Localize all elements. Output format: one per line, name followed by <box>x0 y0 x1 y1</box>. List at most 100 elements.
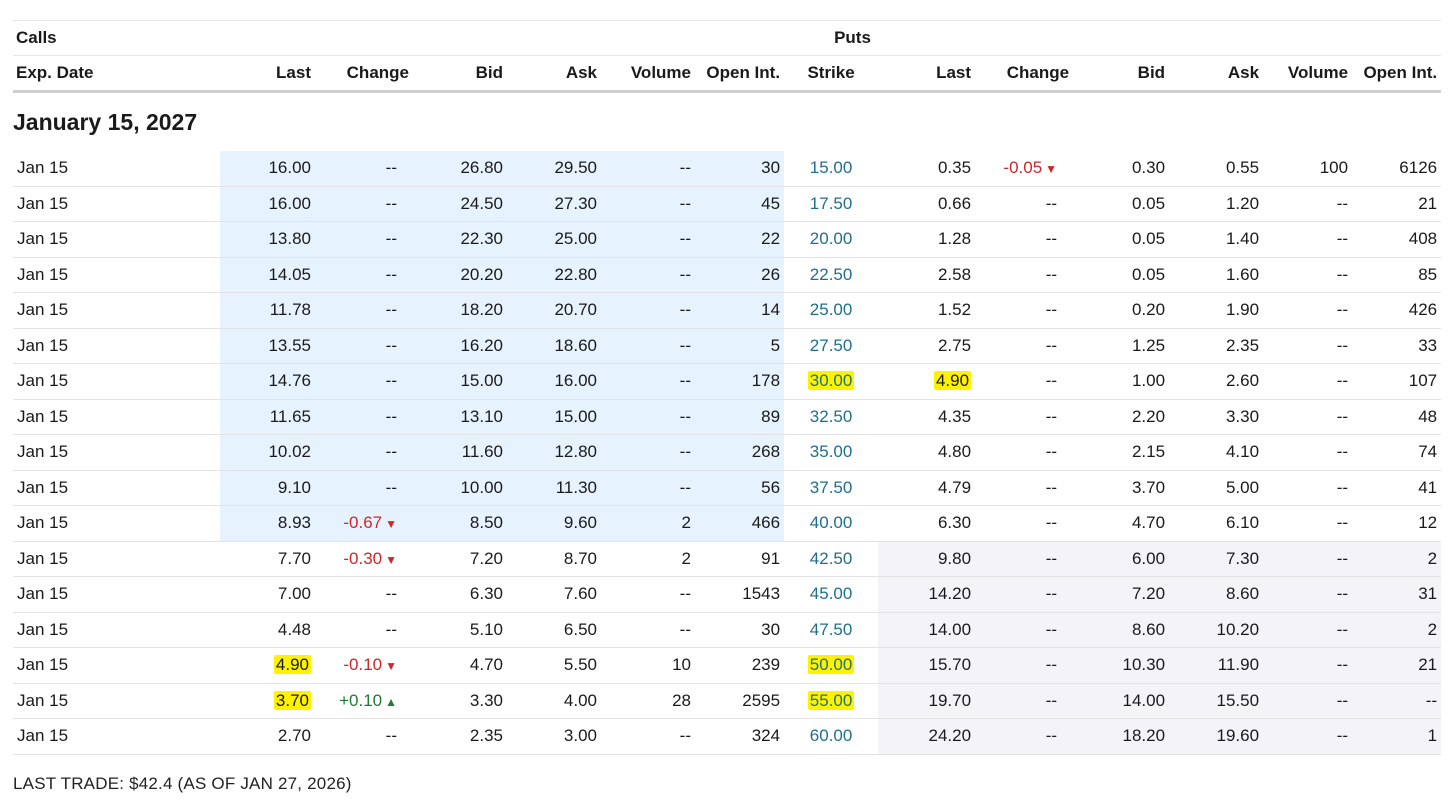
col-put-open-int[interactable]: Open Int. <box>1352 55 1442 93</box>
strike-cell[interactable]: 55.00 <box>784 683 879 719</box>
call-open-int-cell-value: 30 <box>761 158 781 178</box>
call-change-cell: -- <box>315 399 413 435</box>
col-put-change[interactable]: Change <box>975 55 1074 93</box>
call-volume-cell-value: -- <box>679 726 691 746</box>
table-row[interactable]: Jan 15 4.90 -0.10 ▼ 4.70 5.50 10 239 50.00 15.70-… <box>13 647 1442 684</box>
strike-cell[interactable]: 37.50 <box>784 470 879 506</box>
put-last-cell-value: 4.79 <box>937 477 972 497</box>
put-last-cell-value: 19.70 <box>928 690 972 710</box>
call-bid-cell: 18.20 <box>413 292 507 329</box>
call-last-cell-value: 3.70 <box>273 690 311 710</box>
table-row[interactable]: Jan 15 8.93 -0.67 ▼ 8.50 9.60 2 466 40.00 6.30 -- 4… <box>13 505 1442 542</box>
put-change-cell: -- <box>975 576 1074 613</box>
table-row[interactable]: Jan 15 11.65 -- 13.10 15.00 -- 89 32.50 4.35 -- 2.… <box>13 399 1442 435</box>
call-last-cell: 7.70 <box>220 541 315 577</box>
call-bid-cell: 5.10 <box>413 612 507 648</box>
table-row[interactable]: Jan 15 16.00 -- 24.50 27.30 -- 45 17.50 0.66 -- 0.… <box>13 186 1442 222</box>
put-bid-cell-value: 0.20 <box>1131 300 1166 320</box>
call-last-cell-value: 4.90 <box>273 655 311 675</box>
strike-cell[interactable]: 25.00 <box>784 292 879 329</box>
strike-cell[interactable]: 42.50 <box>784 541 879 577</box>
exp-date-cell-value: Jan 15 <box>17 229 69 249</box>
put-open-int-cell: 1 <box>1352 718 1442 755</box>
strike-cell[interactable]: 45.00 <box>784 576 879 613</box>
put-change-cell-value: -- <box>1045 371 1058 391</box>
call-volume-cell: -- <box>601 470 695 506</box>
strike-cell[interactable]: 60.00 <box>784 718 879 755</box>
table-row[interactable]: Jan 15 2.70 -- 2.35 3.00 -- 324 60.00 24.20 -- 18.… <box>13 718 1442 755</box>
table-row[interactable]: Jan 15 11.78 -- 18.20 20.70 -- 14 25.00 1.52 -- 0.… <box>13 292 1442 329</box>
strike-cell[interactable]: 35.00 <box>784 434 879 471</box>
table-row[interactable]: Jan 15 13.80 -- 22.30 25.00 -- 22 20.00 1.28 -- 0.… <box>13 221 1442 258</box>
call-volume-cell-value: -- <box>679 158 691 178</box>
strike-cell[interactable]: 22.50 <box>784 257 879 293</box>
strike-cell[interactable]: 15.00 <box>784 151 879 187</box>
table-row[interactable]: Jan 15 3.70 +0.10 ▲ 3.30 4.00 28 2595 55.00 19.70… <box>13 683 1442 719</box>
call-bid-cell-value: 22.30 <box>460 229 503 249</box>
put-open-int-cell: 74 <box>1352 434 1442 471</box>
col-strike[interactable]: Strike <box>784 55 879 93</box>
triangle-down-icon: ▼ <box>385 517 397 532</box>
strike-cell[interactable]: 27.50 <box>784 328 879 364</box>
table-row[interactable]: Jan 15 13.55 -- 16.20 18.60 -- 5 27.50 2.75 -- 1.2… <box>13 328 1442 364</box>
table-row[interactable]: Jan 15 16.00 -- 26.80 29.50 -- 30 15.00 0.35 -0.0… <box>13 151 1442 187</box>
strike-cell[interactable]: 17.50 <box>784 186 879 222</box>
put-bid-cell: 4.70 <box>1073 505 1170 542</box>
col-put-volume[interactable]: Volume <box>1263 55 1353 93</box>
strike-cell[interactable]: 30.00 <box>784 363 879 400</box>
put-ask-cell: 0.55 <box>1169 151 1264 187</box>
table-row[interactable]: Jan 15 7.70 -0.30 ▼ 7.20 8.70 2 91 42.50 9.80 -- 6.… <box>13 541 1442 577</box>
call-change-cell: -- <box>315 576 413 613</box>
put-change-cell: -- <box>975 363 1074 400</box>
exp-date-cell: Jan 15 <box>13 647 220 684</box>
table-row[interactable]: Jan 15 9.10 -- 10.00 11.30 -- 56 37.50 4.79 -- 3.7… <box>13 470 1442 506</box>
col-call-bid[interactable]: Bid <box>413 55 507 93</box>
col-put-bid[interactable]: Bid <box>1073 55 1170 93</box>
call-bid-cell: 6.30 <box>413 576 507 613</box>
strike-cell[interactable]: 50.00 <box>784 647 879 684</box>
table-row[interactable]: Jan 15 10.02 -- 11.60 12.80 -- 268 35.00 4.80 -- 2… <box>13 434 1442 471</box>
call-ask-cell-value: 4.00 <box>563 690 597 710</box>
call-open-int-cell: 26 <box>695 257 785 293</box>
col-call-ask[interactable]: Ask <box>507 55 601 93</box>
col-call-volume[interactable]: Volume <box>601 55 695 93</box>
put-bid-cell-value: 2.15 <box>1131 442 1166 462</box>
strike-cell[interactable]: 47.50 <box>784 612 879 648</box>
strike-cell[interactable]: 20.00 <box>784 221 879 258</box>
col-exp-date[interactable]: Exp. Date <box>13 55 220 93</box>
call-volume-cell-value: -- <box>679 584 691 604</box>
put-volume-cell-value: -- <box>1336 406 1349 426</box>
call-last-cell-value: 7.70 <box>277 548 311 568</box>
table-row[interactable]: Jan 15 14.05 -- 20.20 22.80 -- 26 22.50 2.58 -- 0.… <box>13 257 1442 293</box>
call-bid-cell-value: 8.50 <box>469 513 503 533</box>
col-call-last[interactable]: Last <box>220 55 315 93</box>
put-bid-cell: 6.00 <box>1073 541 1170 577</box>
put-change-cell: -- <box>975 399 1074 435</box>
call-open-int-cell: 30 <box>695 151 785 187</box>
table-row[interactable]: Jan 15 7.00 -- 6.30 7.60 -- 1543 45.00 14.20 -- 7.… <box>13 576 1442 613</box>
put-open-int-cell-value: 408 <box>1408 229 1438 249</box>
col-put-ask[interactable]: Ask <box>1169 55 1264 93</box>
put-change-cell-value: -- <box>1045 690 1058 710</box>
call-volume-cell: -- <box>601 718 695 755</box>
table-row[interactable]: Jan 15 4.48 -- 5.10 6.50 -- 30 47.50 14.00 -- 8.60… <box>13 612 1442 648</box>
put-ask-cell-value: 0.55 <box>1225 158 1260 178</box>
strike-cell[interactable]: 40.00 <box>784 505 879 542</box>
col-call-open-int[interactable]: Open Int. <box>695 55 785 93</box>
col-call-change[interactable]: Change <box>315 55 413 93</box>
put-ask-cell: 10.20 <box>1169 612 1264 648</box>
call-last-cell: 4.48 <box>220 612 315 648</box>
put-volume-cell: -- <box>1263 363 1353 400</box>
put-bid-cell-value: 0.05 <box>1131 264 1166 284</box>
call-last-cell: 16.00 <box>220 151 315 187</box>
put-change-cell-value: -- <box>1045 726 1058 746</box>
strike-cell-value: 35.00 <box>809 442 853 462</box>
col-put-last[interactable]: Last <box>878 55 976 93</box>
call-bid-cell: 20.20 <box>413 257 507 293</box>
call-open-int-cell-value: 89 <box>761 406 781 426</box>
strike-cell[interactable]: 32.50 <box>784 399 879 435</box>
call-volume-cell: -- <box>601 257 695 293</box>
put-bid-cell-value: 6.00 <box>1131 548 1166 568</box>
table-row[interactable]: Jan 15 14.76 -- 15.00 16.00 -- 178 30.00 4.90 -- 1… <box>13 363 1442 400</box>
call-open-int-cell-value: 14 <box>761 300 781 320</box>
